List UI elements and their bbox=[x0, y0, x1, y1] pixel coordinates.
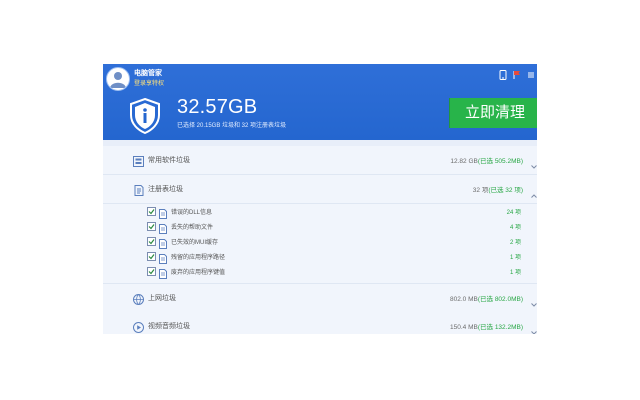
category-name: 常用软件垃圾 bbox=[148, 157, 190, 164]
category-size: 150.4 MB bbox=[450, 324, 478, 331]
list-item[interactable]: 残留的应用程序路径 1 项 bbox=[103, 249, 537, 264]
chevron-up-icon[interactable] bbox=[531, 186, 537, 198]
list-item[interactable]: 错误的DLL信息 24 项 bbox=[103, 204, 537, 219]
clean-now-button[interactable]: 立即清理 bbox=[449, 98, 537, 128]
category-size-info: 12.82 GB(已选 505.2MB) bbox=[450, 155, 523, 165]
header-panel: 电脑管家 登录享特权 32.57GB 已选择 20.15GB 垃圾和 32 项注… bbox=[103, 64, 537, 140]
phone-icon[interactable] bbox=[499, 67, 507, 80]
category-size-info: 802.0 MB(已选 802.0MB) bbox=[450, 293, 523, 303]
item-checkbox[interactable] bbox=[147, 237, 156, 246]
category-name: 注册表垃圾 bbox=[148, 186, 183, 193]
item-name: 错误的DLL信息 bbox=[171, 210, 213, 216]
flag-icon[interactable] bbox=[513, 67, 521, 79]
shield-icon bbox=[129, 97, 161, 135]
category-size-info: 32 项(已选 32 项) bbox=[473, 184, 523, 194]
category-size: 32 项 bbox=[472, 187, 489, 194]
chevron-down-icon[interactable] bbox=[531, 323, 537, 334]
junk-list: 常用软件垃圾 12.82 GB(已选 505.2MB) 注册表垃圾 32 项(已… bbox=[103, 140, 537, 334]
registry-file-icon bbox=[159, 206, 167, 219]
list-item[interactable]: 废弃的应用程序键值 1 项 bbox=[103, 264, 537, 279]
item-checkbox[interactable] bbox=[147, 207, 156, 216]
junk-size: 32.57GB bbox=[177, 96, 258, 118]
item-checkbox[interactable] bbox=[147, 267, 156, 276]
item-checkbox[interactable] bbox=[147, 222, 156, 231]
globe-icon bbox=[133, 292, 144, 305]
menu-icon[interactable] bbox=[527, 67, 535, 78]
category-selected: (已选 802.0MB) bbox=[477, 296, 523, 303]
category-size: 802.0 MB bbox=[450, 296, 478, 303]
chevron-down-icon[interactable] bbox=[531, 295, 537, 307]
category-selected: (已选 505.2MB) bbox=[477, 158, 523, 165]
list-item[interactable]: 已失效的MUI缓存 2 项 bbox=[103, 234, 537, 249]
app-title: 电脑管家 bbox=[134, 70, 162, 77]
item-count: 4 项 bbox=[509, 225, 521, 231]
item-name: 残留的应用程序路径 bbox=[171, 255, 226, 261]
play-icon bbox=[133, 320, 144, 333]
avatar[interactable] bbox=[106, 67, 130, 91]
registry-file-icon bbox=[159, 221, 167, 234]
list-item[interactable]: 丢失的帮助文件 4 项 bbox=[103, 219, 537, 234]
registry-file-icon bbox=[159, 266, 167, 279]
category-row-internet[interactable]: 上网垃圾 802.0 MB(已选 802.0MB) bbox=[103, 283, 537, 313]
item-checkbox[interactable] bbox=[147, 252, 156, 261]
item-name: 已失效的MUI缓存 bbox=[171, 240, 218, 246]
category-row-media[interactable]: 视频音频垃圾 150.4 MB(已选 132.2MB) bbox=[103, 312, 537, 334]
user-icon bbox=[110, 72, 126, 88]
category-name: 上网垃圾 bbox=[148, 295, 176, 302]
registry-file-icon bbox=[159, 251, 167, 264]
junk-size-description: 已选择 20.15GB 垃圾和 32 项注册表垃圾 bbox=[177, 123, 287, 129]
chevron-down-icon[interactable] bbox=[531, 157, 537, 169]
category-size: 12.82 GB bbox=[450, 158, 478, 165]
registry-icon bbox=[133, 183, 144, 196]
item-count: 1 项 bbox=[509, 270, 521, 276]
category-row-registry[interactable]: 注册表垃圾 32 项(已选 32 项) bbox=[103, 175, 537, 204]
software-icon bbox=[133, 154, 144, 167]
category-size-info: 150.4 MB(已选 132.2MB) bbox=[450, 321, 523, 331]
category-selected: (已选 132.2MB) bbox=[477, 324, 523, 331]
item-count: 2 项 bbox=[509, 240, 521, 246]
app-window: 电脑管家 登录享特权 32.57GB 已选择 20.15GB 垃圾和 32 项注… bbox=[103, 64, 537, 334]
category-row-software[interactable]: 常用软件垃圾 12.82 GB(已选 505.2MB) bbox=[103, 146, 537, 175]
item-name: 丢失的帮助文件 bbox=[171, 225, 214, 231]
item-count: 24 项 bbox=[506, 210, 521, 216]
item-count: 1 项 bbox=[509, 255, 521, 261]
login-link[interactable]: 登录享特权 bbox=[134, 78, 164, 87]
item-name: 废弃的应用程序键值 bbox=[171, 270, 226, 276]
category-name: 视频音频垃圾 bbox=[148, 323, 190, 330]
category-selected: (已选 32 项) bbox=[488, 187, 523, 194]
registry-file-icon bbox=[159, 236, 167, 249]
window-controls bbox=[499, 67, 535, 80]
